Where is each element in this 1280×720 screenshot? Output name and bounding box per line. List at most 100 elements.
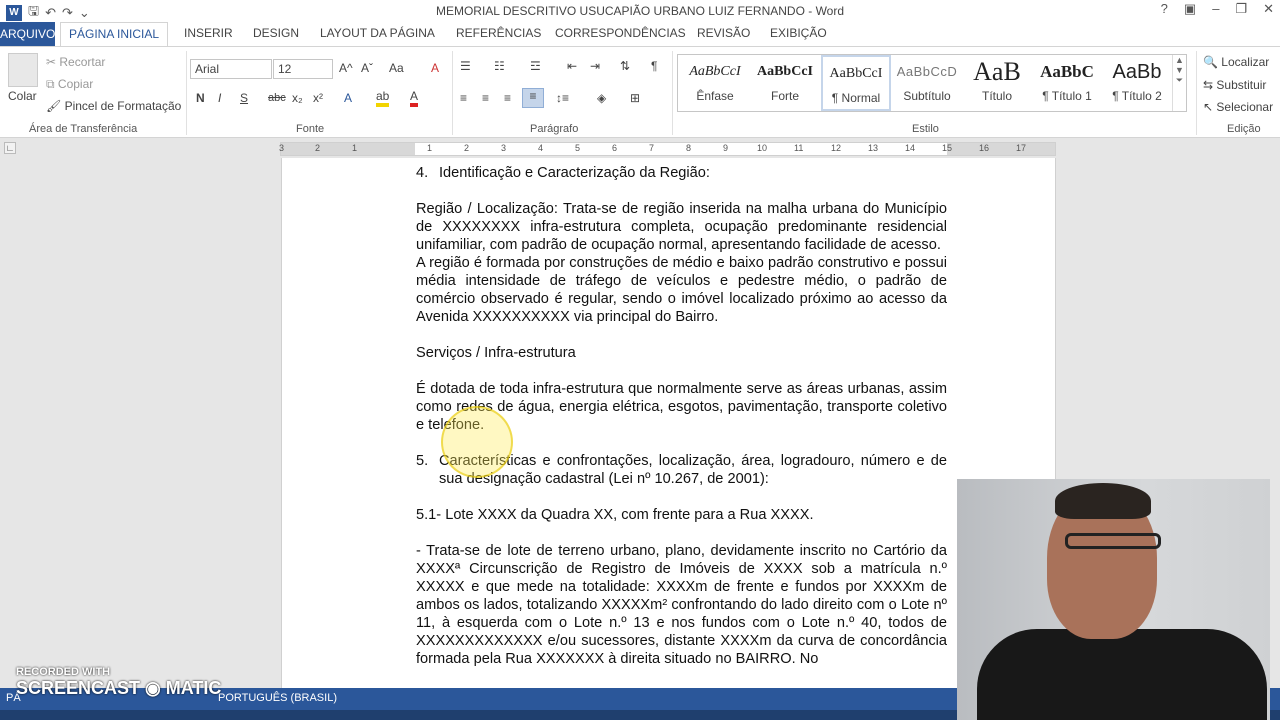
paragraph-group-label: Parágrafo [530,123,579,135]
style-label: ¶ Normal [831,91,881,105]
format-painter-button[interactable]: 🖌 Pincel de Formatação [46,99,181,113]
style-label: Título [981,89,1012,103]
align-center-icon[interactable]: ≡ [482,91,489,105]
horizontal-ruler[interactable]: 3 2 1 1 2 3 4 5 6 7 8 9 10 11 12 13 14 1… [279,142,1056,156]
heading-text: Características e confrontações, localiz… [439,453,947,487]
watermark-logo: SCREENCAST ◉ MATIC [16,678,222,698]
multilevel-list-icon[interactable]: ☲ [530,59,541,73]
tab-referencias[interactable]: REFERÊNCIAS [456,26,541,40]
cut-label: Recortar [59,55,106,69]
style-titulo[interactable]: AaB Título [962,55,1032,111]
brush-icon: 🖌 [46,99,65,113]
replace-button[interactable]: ⇆ Substituir [1203,78,1266,92]
tab-layout[interactable]: LAYOUT DA PÁGINA [320,26,435,40]
change-case-icon[interactable]: Aa [389,61,404,75]
underline-button[interactable]: S [240,91,248,105]
heading-number: 5. [416,453,429,469]
font-color-icon[interactable]: A [410,89,419,107]
find-label: Localizar [1221,55,1270,69]
ruler-tick: 4 [538,143,544,153]
paragraph-lote: - Trata-se de lote de terreno urbano, pl… [416,543,947,667]
tab-exibicao[interactable]: EXIBIÇÃO [770,26,827,40]
heading-text: Identificação e Caracterização da Região… [439,165,710,181]
section-5-1: 5.1- Lote XXXX da Quadra XX, com frente … [416,507,814,523]
paragraph-servicos: Serviços / Infra-estrutura [416,345,576,361]
watermark-line1: RECORDED WITH [16,666,111,678]
style-titulo1[interactable]: AaBbC ¶ Título 1 [1032,55,1102,111]
tab-correspondencias[interactable]: CORRESPONDÊNCIAS [555,26,686,40]
highlight-icon[interactable]: ab [376,89,390,107]
numbering-icon[interactable]: ☷ [494,59,505,73]
superscript-button[interactable]: x² [313,91,323,105]
style-subtitulo[interactable]: AaBbCcD Subtítulo [892,55,962,111]
bold-button[interactable]: N [196,91,205,105]
decrease-indent-icon[interactable]: ⇤ [567,59,577,73]
borders-icon[interactable]: ⊞ [630,91,640,105]
select-button[interactable]: ↖ Selecionar [1203,100,1273,114]
style-enfase[interactable]: AaBbCcI Ênfase [680,55,750,111]
copy-icon: ⧉ [46,77,58,91]
paragraph-regiao: A região é formada por construções de mé… [416,255,947,325]
paste-button[interactable]: Colar [8,89,37,103]
ruler-tick: 10 [757,143,768,153]
italic-button[interactable]: I [218,91,221,105]
ribbon: Colar ✂ Recortar ⧉ Copiar 🖌 Pincel de Fo… [0,46,1280,138]
cut-button[interactable]: ✂ Recortar [46,55,105,69]
justify-icon[interactable]: ≡ [522,88,544,108]
tab-arquivo[interactable]: ARQUIVO [0,22,55,46]
shading-icon[interactable]: ◈ [597,91,606,105]
close-button[interactable]: ✕ [1263,1,1274,17]
style-forte[interactable]: AaBbCcI Forte [750,55,820,111]
align-right-icon[interactable]: ≡ [504,91,511,105]
style-normal[interactable]: AaBbCcI ¶ Normal [821,55,891,111]
font-size-select[interactable]: 12 [273,59,333,79]
bullets-icon[interactable]: ☰ [460,59,471,73]
increase-indent-icon[interactable]: ⇥ [590,59,600,73]
tab-selector-icon[interactable]: ∟ [4,142,16,154]
restore-button[interactable]: ❐ [1235,1,1247,17]
help-icon[interactable]: ? [1161,1,1168,17]
gallery-scroll[interactable]: ▲ ▼ ⏷ [1172,55,1186,111]
ruler-tick: 7 [649,143,655,153]
copy-button[interactable]: ⧉ Copiar [46,77,93,92]
sort-icon[interactable]: ⇅ [620,59,630,73]
align-left-icon[interactable]: ≡ [460,91,467,105]
person-shirt [977,629,1267,720]
subscript-button[interactable]: x₂ [292,91,303,105]
ruler-tick: 3 [279,143,285,153]
shrink-font-icon[interactable]: Aˇ [361,61,373,75]
line-spacing-icon[interactable]: ↕≡ [556,91,569,105]
tab-inserir[interactable]: INSERIR [184,26,233,40]
heading-number: 4. [416,165,429,181]
person-glasses [1065,533,1161,549]
window-title: MEMORIAL DESCRITIVO USUCAPIÃO URBANO LUI… [435,4,845,18]
editing-group-label: Edição [1227,123,1261,135]
tab-pagina-inicial[interactable]: PÁGINA INICIAL [60,22,169,47]
style-preview: AaBbCcI [756,64,813,79]
style-preview: AaBbCcD [896,64,958,79]
left-margin-zone [281,143,415,155]
heading-4: 4. Identificação e Caracterização da Reg… [416,164,947,182]
grow-font-icon[interactable]: A^ [339,61,353,75]
ribbon-options-icon[interactable]: ▣ [1184,1,1196,17]
language-indicator[interactable]: PORTUGUÊS (BRASIL) [218,692,337,704]
clear-formatting-icon[interactable]: A [431,61,439,75]
strikethrough-button[interactable]: abc [268,92,286,104]
style-label: ¶ Título 1 [1042,89,1092,103]
separator [452,51,453,135]
ruler-tick: 9 [723,143,729,153]
style-titulo2[interactable]: AaBb ¶ Título 2 [1102,55,1172,111]
minimize-button[interactable]: – [1212,1,1219,17]
styles-group-label: Estilo [912,123,939,135]
watermark-line3: MATIC [165,678,222,698]
tab-revisao[interactable]: REVISÃO [697,26,750,40]
font-name-select[interactable]: Arial [190,59,272,79]
ruler-tick: 13 [868,143,879,153]
style-label: ¶ Título 2 [1112,89,1162,103]
tab-design[interactable]: DESIGN [253,26,299,40]
show-formatting-icon[interactable]: ¶ [651,59,657,73]
find-button[interactable]: 🔍 Localizar [1203,55,1269,69]
text-effects-icon[interactable]: A [344,91,352,105]
document-page[interactable]: 4. Identificação e Caracterização da Reg… [281,158,1056,688]
paste-icon[interactable] [8,53,38,87]
